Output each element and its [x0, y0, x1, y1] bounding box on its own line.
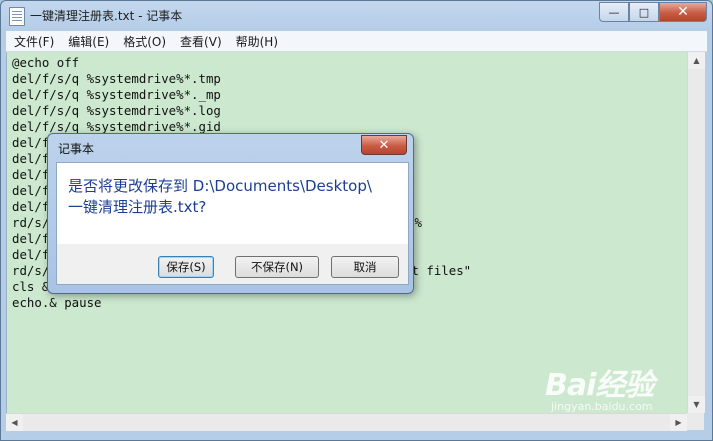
- cancel-button[interactable]: 取消: [331, 256, 399, 278]
- maximize-button[interactable]: □: [629, 2, 659, 22]
- code-line: del/f: [12, 167, 50, 182]
- dont-save-button[interactable]: 不保存(N): [235, 256, 319, 278]
- horizontal-scrollbar[interactable]: ◀ ▶: [6, 413, 687, 431]
- scroll-right-arrow-icon[interactable]: ▶: [670, 414, 687, 431]
- code-line: del/f/s/q %systemdrive%*.tmp: [12, 71, 221, 86]
- code-line: del/f/s/q %systemdrive%*._mp: [12, 87, 221, 102]
- resize-grip[interactable]: [687, 413, 704, 430]
- menu-bar: 文件(F) 编辑(E) 格式(O) 查看(V) 帮助(H): [6, 31, 707, 52]
- menu-help[interactable]: 帮助(H): [236, 33, 278, 50]
- code-line: del/f/s/q %systemdrive%*.log: [12, 103, 221, 118]
- save-changes-dialog: 记事本 ✕ 是否将更改保存到 D:\Documents\Desktop\ 一键清…: [47, 133, 414, 294]
- code-line: @echo off: [12, 55, 80, 70]
- baidu-watermark: Bai经验 jingyan.baidu.com: [545, 360, 685, 415]
- caption-buttons: — □ ✕: [599, 2, 707, 22]
- dialog-close-button[interactable]: ✕: [361, 135, 407, 155]
- menu-edit[interactable]: 编辑(E): [68, 33, 109, 50]
- code-line: del/f: [12, 247, 50, 262]
- code-line: rd/s/: [12, 215, 50, 230]
- minimize-button[interactable]: —: [599, 2, 629, 22]
- vertical-scrollbar[interactable]: ▲ ▼: [687, 52, 705, 413]
- code-line: del/f: [12, 199, 50, 214]
- dialog-title: 记事本: [58, 142, 95, 156]
- save-button[interactable]: 保存(S): [158, 256, 214, 278]
- dialog-footer: 保存(S) 不保存(N) 取消: [56, 244, 409, 285]
- window-title: 一键清理注册表.txt - 记事本: [30, 9, 183, 23]
- menu-view[interactable]: 查看(V): [180, 33, 222, 50]
- close-button[interactable]: ✕: [659, 2, 707, 22]
- scroll-left-arrow-icon[interactable]: ◀: [6, 414, 23, 431]
- dialog-message-line: 是否将更改保存到 D:\Documents\Desktop\: [68, 177, 372, 195]
- notepad-icon: [9, 7, 25, 26]
- code-line: rd/s/: [12, 263, 50, 278]
- code-line-tail: et files": [404, 263, 472, 278]
- code-line: del/f: [12, 151, 50, 166]
- dialog-message-line: 一键清理注册表.txt?: [68, 198, 207, 216]
- code-line: del/f: [12, 183, 50, 198]
- code-line: del/f: [12, 231, 50, 246]
- watermark-brand: Bai经验: [545, 368, 654, 403]
- code-line: cls &: [12, 279, 50, 294]
- menu-file[interactable]: 文件(F): [14, 33, 54, 50]
- scroll-down-arrow-icon[interactable]: ▼: [688, 396, 705, 413]
- scroll-up-arrow-icon[interactable]: ▲: [688, 52, 705, 69]
- code-line: echo.& pause: [12, 295, 102, 310]
- watermark-url: jingyan.baidu.com: [551, 400, 653, 413]
- menu-format[interactable]: 格式(O): [123, 33, 166, 50]
- code-line: del/f: [12, 135, 50, 150]
- title-bar[interactable]: 一键清理注册表.txt - 记事本 — □ ✕: [1, 1, 712, 30]
- dialog-body: 是否将更改保存到 D:\Documents\Desktop\ 一键清理注册表.t…: [56, 162, 409, 245]
- dialog-message: 是否将更改保存到 D:\Documents\Desktop\ 一键清理注册表.t…: [68, 176, 372, 218]
